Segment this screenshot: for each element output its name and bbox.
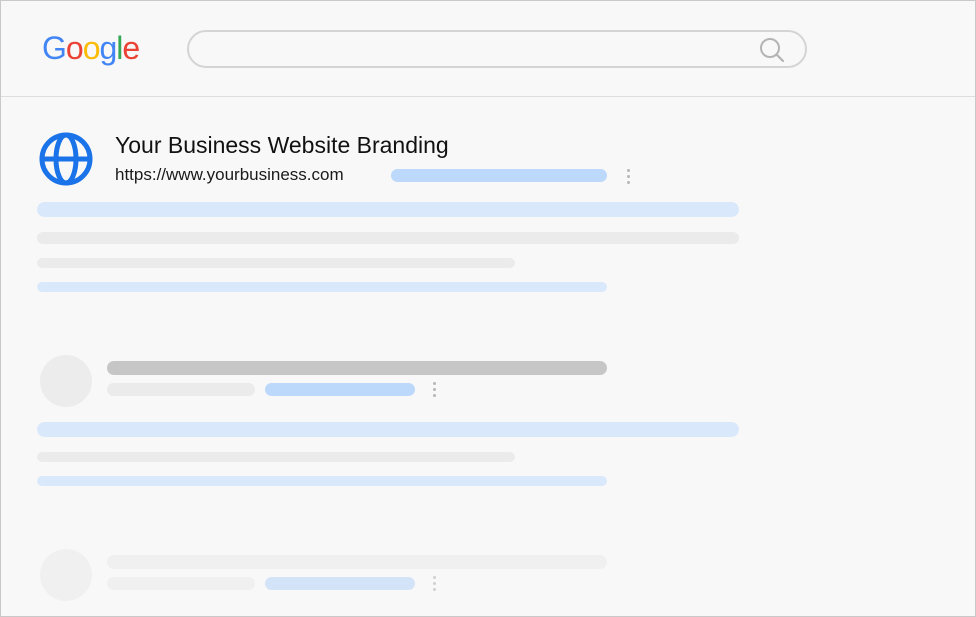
avatar (40, 355, 92, 407)
url-placeholder-bar (107, 577, 255, 590)
logo-letter-g: G (42, 30, 67, 66)
search-input[interactable] (187, 30, 807, 68)
url-placeholder-bar (107, 383, 255, 396)
snippet-line (37, 282, 607, 292)
snippet-line (37, 452, 515, 462)
snippet-line (37, 202, 739, 217)
globe-icon (39, 132, 93, 186)
result-title[interactable]: Your Business Website Branding (115, 132, 449, 159)
url-placeholder-bar (265, 577, 415, 590)
search-icon[interactable] (759, 37, 785, 63)
search-header: Google (1, 1, 975, 97)
more-options-icon[interactable] (433, 576, 437, 592)
google-logo[interactable]: Google (42, 28, 140, 68)
snippet-line (37, 258, 515, 268)
title-placeholder-bar (107, 555, 607, 569)
snippet-line (37, 422, 739, 437)
more-options-icon[interactable] (627, 169, 631, 185)
more-options-icon[interactable] (433, 382, 437, 398)
result-url[interactable]: https://www.yourbusiness.com (115, 165, 344, 185)
logo-letter-o1: o (65, 30, 84, 66)
avatar (40, 549, 92, 601)
browser-frame: Google Your Business Website Branding ht… (0, 0, 976, 617)
snippet-line (37, 232, 739, 244)
snippet-line (37, 476, 607, 486)
logo-letter-e: e (122, 30, 140, 66)
url-placeholder-bar (265, 383, 415, 396)
logo-letter-g2: g (99, 30, 117, 66)
logo-letter-o2: o (82, 30, 101, 66)
title-placeholder-bar (107, 361, 607, 375)
url-placeholder-bar (391, 169, 607, 182)
